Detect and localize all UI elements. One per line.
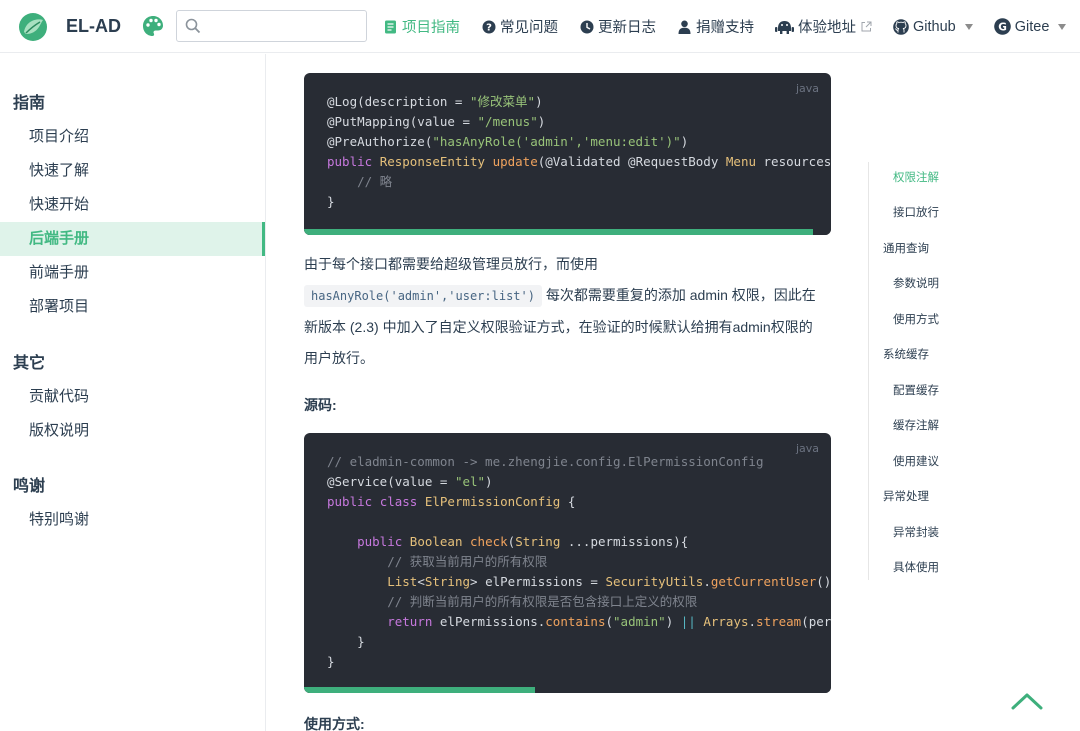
svg-text:G: G [998, 21, 1007, 33]
nav-item-changelog[interactable]: 更新日志 [579, 16, 656, 37]
nav-item-label: 常见问题 [500, 20, 558, 36]
search-icon [185, 18, 201, 34]
sidebar-item-license[interactable]: 版权说明 [0, 414, 265, 448]
paragraph-line: 用户放行。 [304, 350, 374, 366]
paragraph: 由于每个接口都需要给超级管理员放行，而使用 hasAnyRole('admin'… [304, 249, 831, 374]
sidebar-group-thanks[interactable]: 鸣谢 [13, 472, 45, 496]
toc-item[interactable]: 权限注解 [893, 169, 939, 185]
nav-item-faq[interactable]: ? 常见问题 [481, 16, 558, 37]
nav-links: 项目指南 ? 常见问题 更新日志 捐赠支持 体验地址 Github G Gite… [383, 0, 1080, 53]
nav-item-label: Gitee [1014, 18, 1050, 35]
sidebar-group-other[interactable]: 其它 [13, 349, 45, 373]
site-name[interactable]: EL-AD [66, 16, 121, 37]
source-heading: 源码: [304, 397, 337, 413]
logo-icon[interactable] [18, 12, 48, 42]
code-scrollbar[interactable] [304, 229, 831, 235]
github-icon [893, 18, 909, 35]
toc-item[interactable]: 使用方式 [893, 311, 939, 327]
code-scrollbar[interactable] [304, 687, 831, 693]
nav-item-label: 更新日志 [598, 20, 656, 36]
toc-item[interactable]: 使用建议 [893, 453, 939, 469]
question-icon: ? [481, 19, 496, 34]
toc-item[interactable]: 通用查询 [883, 240, 929, 256]
code-lang-label: java [795, 82, 819, 95]
user-icon [677, 19, 692, 34]
book-icon [383, 19, 398, 34]
nav-item-guide[interactable]: 项目指南 [383, 16, 460, 37]
code-scrollbar-thumb[interactable] [304, 687, 535, 693]
paragraph-line: hasAnyRole('admin','user:list') 每次都需要重复的… [304, 280, 831, 312]
sidebar-item-special-thanks[interactable]: 特别鸣谢 [0, 503, 265, 537]
gitee-icon: G [993, 18, 1011, 35]
search-input[interactable] [176, 10, 367, 42]
code-block[interactable]: java // eladmin-common -> me.zhengjie.co… [304, 433, 831, 693]
sidebar-item-frontend[interactable]: 前端手册 [0, 256, 265, 290]
nav-item-label: 捐赠支持 [696, 20, 754, 36]
clock-icon [579, 19, 594, 34]
toc-item[interactable]: 系统缓存 [883, 346, 929, 362]
nav-item-label: 项目指南 [402, 20, 460, 36]
svg-text:?: ? [486, 22, 492, 33]
sidebar-item-contribute[interactable]: 贡献代码 [0, 380, 265, 414]
external-link-icon [861, 21, 872, 32]
sidebar-item-intro[interactable]: 项目介绍 [0, 120, 265, 154]
chevron-down-icon [964, 23, 973, 30]
android-icon [775, 19, 794, 34]
code-block[interactable]: java @Log(description = "修改菜单") @PutMapp… [304, 73, 831, 235]
toc-item[interactable]: 缓存注解 [893, 417, 939, 433]
toc-item[interactable]: 具体使用 [893, 559, 939, 575]
nav-item-label: Github [913, 18, 956, 35]
toc-item[interactable]: 异常处理 [883, 488, 929, 504]
sidebar-item-overview[interactable]: 快速了解 [0, 154, 265, 188]
sidebar-group-guide[interactable]: 指南 [13, 89, 45, 113]
code-lang-label: java [795, 442, 819, 455]
palette-icon[interactable] [142, 15, 164, 37]
nav-item-label: 体验地址 [798, 20, 856, 36]
code-scrollbar-thumb[interactable] [304, 229, 813, 235]
inline-code: hasAnyRole('admin','user:list') [304, 285, 542, 307]
toc-item[interactable]: 接口放行 [893, 204, 939, 220]
sidebar-item-deploy[interactable]: 部署项目 [0, 290, 265, 324]
chevron-down-icon [1058, 23, 1067, 30]
nav-item-github[interactable]: Github [893, 19, 973, 35]
usage-heading: 使用方式: [304, 716, 365, 731]
navbar: EL-AD 项目指南 ? 常见问题 更新日志 捐赠支持 体验地址 Github … [0, 0, 1080, 53]
code-text: // eladmin-common -> me.zhengjie.config.… [327, 454, 831, 669]
sidebar: 指南 项目介绍 快速了解 快速开始 后端手册 前端手册 部署项目 其它 贡献代码… [0, 54, 266, 731]
code-text: @Log(description = "修改菜单") @PutMapping(v… [327, 94, 831, 209]
paragraph-text: 每次都需要重复的添加 admin 权限，因此在 [541, 287, 816, 303]
paragraph-line: 由于每个接口都需要给超级管理员放行，而使用 [304, 256, 598, 272]
toc-item[interactable]: 配置缓存 [893, 382, 939, 398]
back-to-top-icon[interactable] [1010, 690, 1044, 712]
nav-item-donate[interactable]: 捐赠支持 [677, 16, 754, 37]
paragraph-line: 新版本 (2.3) 中加入了自定义权限验证方式，在验证的时候默认给拥有admin… [304, 319, 813, 335]
sidebar-item-backend[interactable]: 后端手册 [0, 222, 265, 256]
table-of-contents: 权限注解 接口放行 通用查询 参数说明 使用方式 系统缓存 配置缓存 缓存注解 … [868, 162, 968, 580]
toc-item[interactable]: 参数说明 [893, 275, 939, 291]
sidebar-item-quickstart[interactable]: 快速开始 [0, 188, 265, 222]
nav-item-gitee[interactable]: G Gitee [993, 18, 1067, 35]
nav-item-demo[interactable]: 体验地址 [775, 16, 872, 37]
toc-item[interactable]: 异常封装 [893, 524, 939, 540]
